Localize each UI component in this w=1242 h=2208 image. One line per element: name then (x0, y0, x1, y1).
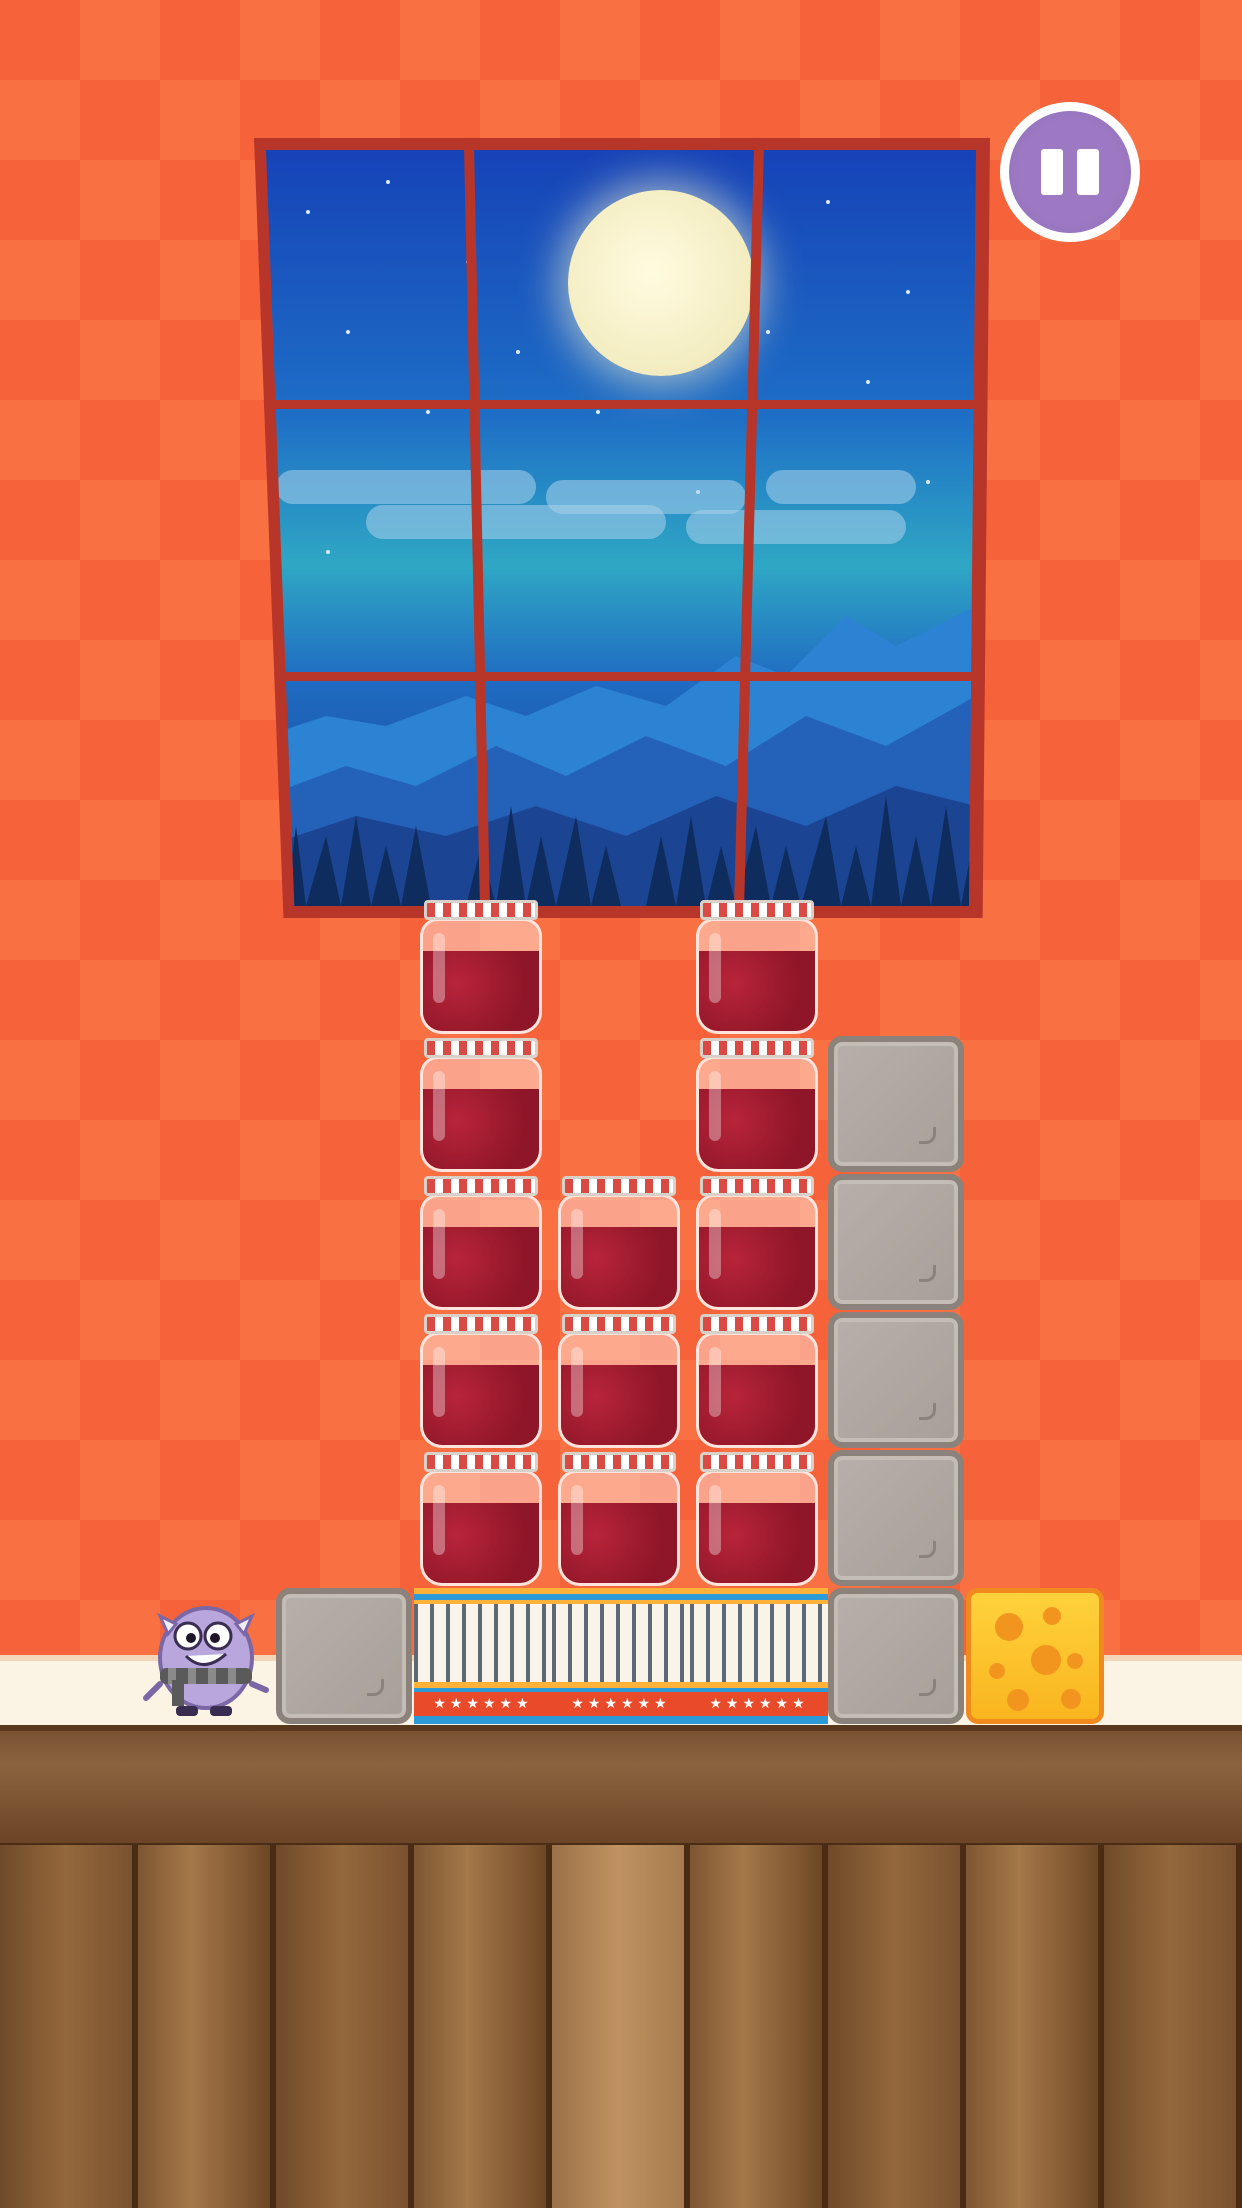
jam-jar-block[interactable] (418, 900, 544, 1036)
window-mullion (254, 672, 990, 681)
star (826, 200, 830, 204)
star (306, 210, 310, 214)
jam-jar-block[interactable] (418, 1176, 544, 1312)
cage-crate-block: ★★★★★★ (414, 1588, 552, 1724)
pause-button[interactable] (1000, 102, 1140, 242)
star (596, 410, 600, 414)
star (386, 180, 390, 184)
jam-jar-block[interactable] (418, 1452, 544, 1588)
star (346, 330, 350, 334)
purple-monster-icon[interactable] (138, 1588, 274, 1724)
stone-block (828, 1174, 964, 1310)
stone-block (276, 1588, 412, 1724)
wooden-floor (0, 1845, 1242, 2208)
stone-block (828, 1588, 964, 1724)
star (766, 330, 770, 334)
jam-jar-block[interactable] (418, 1038, 544, 1174)
jam-jar-block[interactable] (418, 1314, 544, 1450)
star (926, 480, 930, 484)
crate-stars: ★★★★★★ (552, 1692, 690, 1716)
cloud (686, 510, 906, 544)
star (516, 350, 520, 354)
stone-block (828, 1450, 964, 1586)
jam-jar-block[interactable] (694, 900, 820, 1036)
cloud (766, 470, 916, 504)
stone-block (828, 1312, 964, 1448)
star (426, 410, 430, 414)
cloud (546, 480, 746, 514)
mountain-landscape (266, 606, 976, 906)
jam-jar-block[interactable] (694, 1452, 820, 1588)
jam-jar-block[interactable] (556, 1314, 682, 1450)
jam-jar-block[interactable] (556, 1452, 682, 1588)
crate-stars: ★★★★★★ (690, 1692, 828, 1716)
stone-block (828, 1036, 964, 1172)
star (906, 290, 910, 294)
full-moon (568, 190, 754, 376)
crate-stars: ★★★★★★ (414, 1692, 552, 1716)
night-sky (266, 150, 976, 906)
game-stage: ★★★★★★ ★★★★★★ ★★★★★★ (0, 0, 1242, 2208)
jam-jar-block[interactable] (694, 1314, 820, 1450)
night-window (254, 138, 990, 918)
wooden-shelf (0, 1725, 1242, 1851)
cheese-icon[interactable] (966, 1588, 1104, 1724)
window-mullion (254, 400, 990, 409)
jam-jar-block[interactable] (694, 1176, 820, 1312)
cage-crate-block: ★★★★★★ (552, 1588, 690, 1724)
jam-jar-block[interactable] (694, 1038, 820, 1174)
star (866, 380, 870, 384)
cloud (276, 470, 536, 504)
jam-jar-block[interactable] (556, 1176, 682, 1312)
cage-crate-block: ★★★★★★ (690, 1588, 828, 1724)
